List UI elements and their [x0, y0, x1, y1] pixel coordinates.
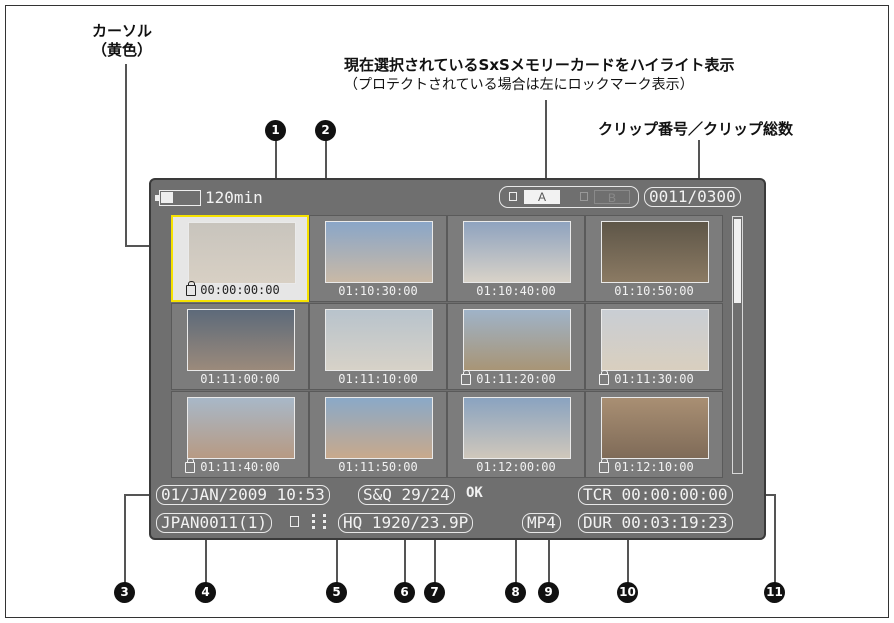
scrollbar-thumb[interactable] [734, 219, 741, 303]
leader-3 [124, 494, 126, 587]
clip-thumbnail-image [325, 397, 433, 459]
marker-11: 11 [764, 582, 785, 603]
marker-7: 7 [424, 582, 445, 603]
marker-3: 3 [114, 582, 135, 603]
ok-mark: OK [466, 485, 483, 501]
battery-remaining: 120min [205, 188, 263, 207]
clip-timecode: 01:12:00:00 [476, 460, 556, 474]
thumbnail-grid: 00:00:00:00 01:10:30:00 01:10:40:00 01:10:5… [171, 215, 724, 478]
clip-timecode: 01:11:40:00 [200, 460, 280, 474]
cursor-leader [125, 64, 127, 246]
battery-icon [155, 190, 201, 206]
clip-thumbnail-image [463, 397, 571, 459]
clip-thumbnail-image [325, 309, 433, 371]
clip-thumbnail[interactable]: 01:10:50:00 [585, 215, 723, 302]
clip-thumbnail[interactable]: 01:11:30:00 [585, 303, 723, 390]
video-format: HQ 1920/23.9P [338, 513, 474, 533]
marker-10: 10 [617, 582, 638, 603]
clip-thumbnail-image [601, 309, 709, 371]
media-slot-indicator: A B [499, 186, 639, 208]
clip-thumbnail-image [325, 221, 433, 283]
clip-count-callout: クリップ番号／クリップ総数 [598, 120, 794, 138]
slot-b-lock-icon [580, 192, 588, 201]
marker-5: 5 [326, 582, 347, 603]
scrollbar[interactable] [732, 216, 743, 474]
clip-thumbnail[interactable]: 01:11:10:00 [309, 303, 447, 390]
clip-thumbnail[interactable]: 00:00:00:00 [171, 215, 309, 302]
clip-thumbnail[interactable]: 01:10:30:00 [309, 215, 447, 302]
clip-thumbnail[interactable]: 01:12:00:00 [447, 391, 585, 478]
card-callout-title: 現在選択されているSxSメモリーカードをハイライト表示 [344, 56, 735, 74]
slot-a-lock-icon [509, 192, 517, 201]
clip-thumbnail-image [463, 221, 571, 283]
cursor-callout-line2: （黄色） [92, 41, 153, 59]
clip-timecode: 01:11:10:00 [338, 372, 418, 386]
clip-thumbnail-image [601, 221, 709, 283]
slow-quick-rate: S&Q 29/24 [358, 485, 455, 505]
clip-timecode: 01:11:50:00 [338, 460, 418, 474]
marker-8: 8 [505, 582, 526, 603]
marker-6: 6 [394, 582, 415, 603]
clip-timecode: 01:11:30:00 [614, 372, 694, 386]
clip-timecode: 01:12:10:00 [614, 460, 694, 474]
timecode-reader: TCR 00:00:00:00 [578, 485, 733, 505]
film-icon [312, 514, 326, 529]
clip-thumbnail[interactable]: 01:11:20:00 [447, 303, 585, 390]
marker-4: 4 [195, 582, 216, 603]
clip-thumbnail-image [187, 397, 295, 459]
card-callout-sub: （プロテクトされている場合は左にロックマーク表示） [344, 77, 694, 93]
clip-thumbnail[interactable]: 01:11:40:00 [171, 391, 309, 478]
clip-timecode: 01:11:00:00 [200, 372, 280, 386]
clip-timecode: 01:11:20:00 [476, 372, 556, 386]
marker-2: 2 [315, 120, 336, 141]
date-time: 01/JAN/2009 10:53 [156, 485, 330, 505]
clip-thumbnail[interactable]: 01:12:10:00 [585, 391, 723, 478]
cursor-callout-line1: カーソル [92, 22, 153, 40]
clip-thumbnail[interactable]: 01:11:00:00 [171, 303, 309, 390]
clip-thumbnail-image [463, 309, 571, 371]
slot-b[interactable]: B [594, 190, 630, 205]
clip-thumbnail-image [187, 309, 295, 371]
card-leader [545, 100, 547, 186]
cursor-callout: カーソル （黄色） [92, 22, 152, 60]
clip-counter: 0011/0300 [644, 187, 741, 207]
clip-timecode: 01:10:40:00 [476, 284, 556, 298]
marker-1: 1 [265, 120, 286, 141]
clip-lock-icon [290, 516, 299, 527]
slot-a[interactable]: A [524, 190, 560, 204]
clip-timecode: 00:00:00:00 [200, 283, 280, 297]
clip-thumbnail-image [601, 397, 709, 459]
clip-thumbnail-image [188, 222, 296, 284]
clip-thumbnail[interactable]: 01:10:40:00 [447, 215, 585, 302]
clip-name: JPAN0011(1) [156, 513, 272, 533]
file-format: MP4 [522, 513, 561, 533]
leader-11 [774, 494, 776, 587]
thumbnail-screen: 120min A B 0011/0300 00:00:00:00 01:10:30… [149, 178, 766, 540]
marker-9: 9 [538, 582, 559, 603]
clip-thumbnail[interactable]: 01:11:50:00 [309, 391, 447, 478]
clip-timecode: 01:10:50:00 [614, 284, 694, 298]
clip-duration: DUR 00:03:19:23 [578, 513, 733, 533]
clip-timecode: 01:10:30:00 [338, 284, 418, 298]
